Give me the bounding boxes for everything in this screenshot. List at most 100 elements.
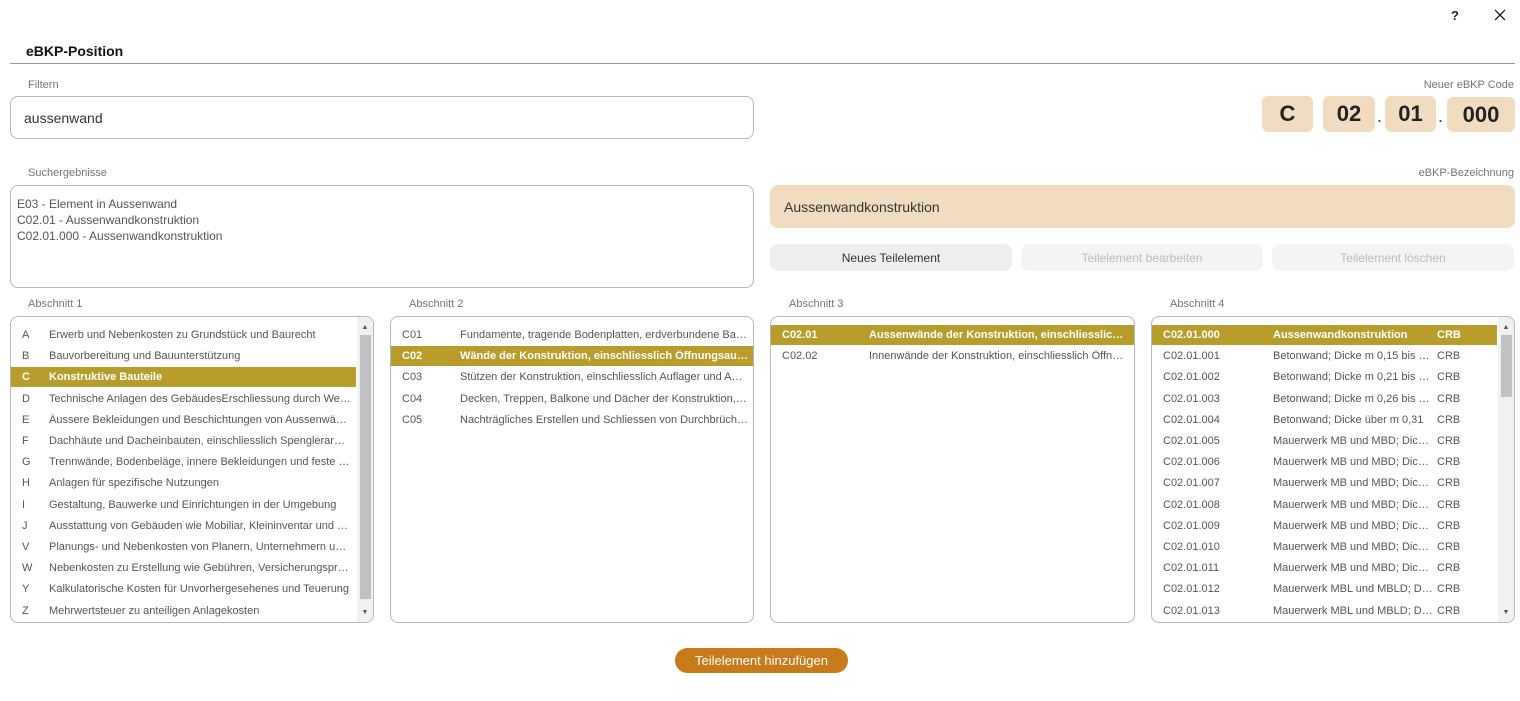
abschnitt4-list: C02.01.000 Aussenwandkonstruktion CRB C02.0…: [1151, 316, 1515, 623]
list-item[interactable]: C Konstruktive Bauteile: [11, 367, 356, 388]
abschnitt3-list: C02.01 Aussenwände der Konstruktion, eins…: [770, 316, 1135, 623]
list-item[interactable]: G Trennwände, Bodenbeläge, innere Bekleid…: [11, 452, 356, 472]
filter-label: Filtern: [28, 79, 59, 91]
list-item[interactable]: C02.01.006 Mauerwerk MB und MBD; Dicke m …: [1152, 452, 1497, 472]
list-item[interactable]: C02.01.011 Mauerwerk MB und MBD; Dicke m …: [1152, 558, 1497, 578]
code-segment-2[interactable]: 02: [1323, 96, 1375, 132]
list-item[interactable]: W Nebenkosten zu Erstellung wie Gebühren,…: [11, 558, 356, 578]
list-item[interactable]: C02.01.004 Betonwand; Dicke über m 0,31 CR…: [1152, 410, 1497, 430]
filter-input[interactable]: aussenwand: [10, 96, 754, 139]
row-code: C02.01.008: [1163, 498, 1220, 511]
row-text: Mauerwerk MB und MBD; Dicke m 0,15: [1273, 456, 1433, 469]
list-item[interactable]: C02.02 Innenwände der Konstruktion, einsc…: [771, 346, 1134, 366]
row-code: C03: [402, 371, 423, 384]
scroll-down-icon[interactable]: ▼: [357, 605, 373, 619]
list-item[interactable]: D Technische Anlagen des GebäudesErschlie…: [11, 389, 356, 409]
code-segment-3[interactable]: 01: [1385, 96, 1436, 132]
scrollbar[interactable]: ▲ ▼: [357, 317, 373, 622]
result-item[interactable]: C02.01 - Aussenwandkonstruktion: [17, 212, 747, 228]
title-divider: [10, 63, 1515, 64]
row-text: Bauvorbereitung und Bauunterstützung: [49, 350, 241, 363]
new-subelement-button[interactable]: Neues Teilelement: [770, 244, 1012, 271]
row-code: J: [22, 519, 28, 532]
dialog-title: eBKP-Position: [26, 43, 124, 59]
scroll-thumb[interactable]: [360, 335, 371, 599]
row-code: C02.01.011: [1163, 562, 1220, 575]
list-item[interactable]: C05 Nachträgliches Erstellen und Schliess…: [391, 410, 753, 430]
list-item[interactable]: C02.01.009 Mauerwerk MB und MBD; Dicke m …: [1152, 516, 1497, 536]
row-code: C02.01.000: [1163, 329, 1220, 341]
row-text: Mauerwerk MBL und MBLD; Dicke m 0,15: [1273, 604, 1433, 617]
list-item[interactable]: F Dachhäute und Dacheinbauten, einschlies…: [11, 431, 356, 451]
list-item[interactable]: E Äussere Bekleidungen und Beschichtungen…: [11, 410, 356, 430]
row-source: CRB: [1437, 329, 1461, 341]
scroll-up-icon[interactable]: ▲: [1498, 320, 1514, 334]
row-source: CRB: [1437, 541, 1461, 553]
list-item[interactable]: C02.01.007 Mauerwerk MB und MBD; Dicke m …: [1152, 473, 1497, 493]
list-item[interactable]: J Ausstattung von Gebäuden wie Mobiliar, …: [11, 516, 356, 536]
new-code-label: Neuer eBKP Code: [1423, 79, 1514, 91]
list-item[interactable]: Y Kalkulatorische Kosten für Unvorhergese…: [11, 579, 356, 599]
row-code: W: [22, 562, 33, 575]
row-text: Mauerwerk MB und MBD; Dicke m 0,18: [1273, 477, 1433, 490]
row-text: Betonwand; Dicke über m 0,31: [1273, 413, 1424, 426]
close-icon[interactable]: [1489, 4, 1511, 26]
row-source: CRB: [1437, 498, 1461, 511]
result-item[interactable]: E03 - Element in Aussenwand: [17, 196, 747, 212]
row-text: Decken, Treppen, Balkone und Dächer der …: [460, 392, 748, 405]
row-text: Gestaltung, Bauwerke und Einrichtungen i…: [49, 498, 337, 511]
list-item[interactable]: C02.01.001 Betonwand; Dicke m 0,15 bis 0,…: [1152, 346, 1497, 366]
scroll-thumb[interactable]: [1501, 335, 1512, 397]
list-item[interactable]: C03 Stützen der Konstruktion, einschliess…: [391, 367, 753, 387]
list-item[interactable]: H Anlagen für spezifische Nutzungen: [11, 473, 356, 493]
list-item[interactable]: V Planungs- und Nebenkosten von Planern, …: [11, 537, 356, 557]
row-code: I: [22, 498, 26, 511]
delete-subelement-button[interactable]: Teilelement löschen: [1272, 244, 1514, 271]
list-item[interactable]: C04 Decken, Treppen, Balkone und Dächer d…: [391, 389, 753, 409]
bezeichnung-field[interactable]: Aussenwandkonstruktion: [770, 185, 1515, 228]
row-text: Äussere Bekleidungen und Beschichtungen …: [49, 413, 351, 426]
row-source: CRB: [1437, 604, 1461, 617]
add-subelement-button[interactable]: Teilelement hinzufügen: [675, 648, 848, 673]
help-icon[interactable]: ?: [1444, 4, 1466, 26]
list-item[interactable]: C02.01.008 Mauerwerk MB und MBD; Dicke m …: [1152, 495, 1497, 515]
list-item[interactable]: C02.01.000 Aussenwandkonstruktion CRB: [1152, 325, 1497, 345]
row-source: CRB: [1437, 456, 1461, 469]
list-item[interactable]: C02 Wände der Konstruktion, einschliessli…: [391, 346, 753, 367]
row-source: CRB: [1437, 350, 1461, 363]
scroll-up-icon[interactable]: ▲: [357, 320, 373, 334]
list-item[interactable]: C02.01 Aussenwände der Konstruktion, eins…: [771, 325, 1134, 345]
edit-subelement-button[interactable]: Teilelement bearbeiten: [1021, 244, 1263, 271]
row-text: Trennwände, Bodenbeläge, innere Bekleidu…: [49, 456, 351, 469]
row-text: Nebenkosten zu Erstellung wie Gebühren, …: [49, 562, 351, 575]
row-text: Konstruktive Bauteile: [49, 371, 163, 384]
row-text: Mauerwerk MBL und MBLD; Dicke m 0,12: [1273, 583, 1433, 596]
list-item[interactable]: C02.01.002 Betonwand; Dicke m 0,21 bis 0,…: [1152, 367, 1497, 387]
row-code: C01: [402, 329, 423, 341]
list-item[interactable]: C02.01.013 Mauerwerk MBL und MBLD; Dicke …: [1152, 601, 1497, 621]
list-item[interactable]: A Erwerb und Nebenkosten zu Grundstück un…: [11, 325, 356, 345]
scroll-down-icon[interactable]: ▼: [1498, 605, 1514, 619]
row-text: Dachhäute und Dacheinbauten, einschliess…: [49, 435, 351, 447]
row-text: Planungs- und Nebenkosten von Planern, U…: [49, 541, 351, 553]
row-text: Mauerwerk MB und MBD; Dicke m 0,20: [1273, 498, 1433, 511]
result-item[interactable]: C02.01.000 - Aussenwandkonstruktion: [17, 228, 747, 244]
list-item[interactable]: C02.01.005 Mauerwerk MB und MBD; Dicke m …: [1152, 431, 1497, 451]
list-item[interactable]: Z Mehrwertsteuer zu anteiligen Anlagekost…: [11, 601, 356, 621]
list-item[interactable]: I Gestaltung, Bauwerke und Einrichtungen …: [11, 495, 356, 515]
row-text: Kalkulatorische Kosten für Unvorhergeseh…: [49, 583, 350, 596]
code-segment-4[interactable]: 000: [1447, 97, 1515, 132]
row-source: CRB: [1437, 562, 1461, 575]
list-item[interactable]: C02.01.012 Mauerwerk MBL und MBLD; Dicke …: [1152, 579, 1497, 599]
row-source: CRB: [1437, 583, 1461, 596]
row-text: Aussenwände der Konstruktion, einschlies…: [869, 329, 1127, 341]
list-item[interactable]: C01 Fundamente, tragende Bodenplatten, er…: [391, 325, 753, 345]
row-text: Wände der Konstruktion, einschliesslich …: [460, 350, 748, 363]
scrollbar[interactable]: ▲ ▼: [1498, 317, 1514, 622]
row-code: H: [22, 477, 30, 490]
list-item[interactable]: B Bauvorbereitung und Bauunterstützung: [11, 346, 356, 366]
code-segment-1[interactable]: C: [1262, 96, 1313, 132]
list-item[interactable]: C02.01.003 Betonwand; Dicke m 0,26 bis 0,…: [1152, 389, 1497, 409]
row-code: C02.01.006: [1163, 456, 1220, 469]
list-item[interactable]: C02.01.010 Mauerwerk MB und MBD; Dicke m …: [1152, 537, 1497, 557]
